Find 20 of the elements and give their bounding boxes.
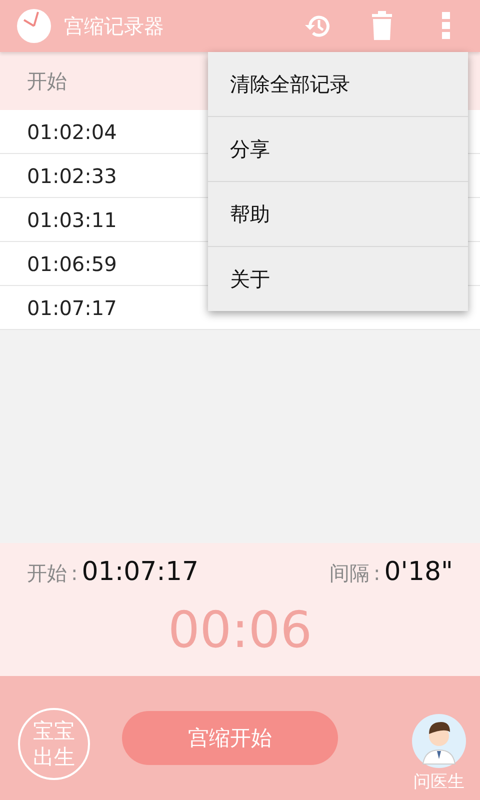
interval-value: 0'18"	[384, 557, 453, 587]
doctor-avatar-icon[interactable]	[412, 714, 466, 768]
menu-item[interactable]: 帮助	[208, 182, 468, 247]
table-cell: 01:02:04	[27, 120, 117, 144]
table-cell: 01:03:11	[27, 208, 117, 232]
interval-label: 间隔	[330, 560, 370, 587]
start-label: 开始	[27, 560, 67, 587]
clock-icon	[16, 8, 52, 44]
app-title: 宫缩记录器	[64, 12, 165, 40]
colon-separator: :	[71, 561, 78, 585]
menu-item[interactable]: 分享	[208, 117, 468, 182]
table-cell: 01:07:17	[27, 296, 117, 320]
colon-separator: :	[374, 561, 380, 585]
menu-item[interactable]: 关于	[208, 247, 468, 311]
timer-display: 00:06	[166, 601, 314, 659]
menu-item[interactable]: 清除全部记录	[208, 52, 468, 117]
column-header: 开始	[27, 68, 67, 94]
table-cell: 01:06:59	[27, 252, 117, 276]
table-cell: 01:02:33	[27, 164, 117, 188]
time-value: 01:07:17	[82, 557, 199, 587]
